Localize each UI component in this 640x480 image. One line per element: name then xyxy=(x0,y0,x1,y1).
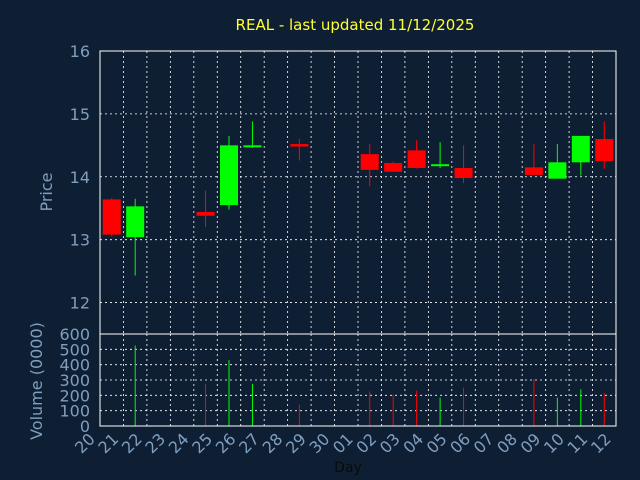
candle-body xyxy=(571,135,590,163)
candle-body xyxy=(407,150,426,168)
candle-body xyxy=(431,164,450,167)
candle-body xyxy=(384,162,403,172)
volume-bars xyxy=(134,345,605,426)
x-ticks: 2021222324252627282930010203040506070809… xyxy=(71,429,615,457)
chart-title: REAL - last updated 11/12/2025 xyxy=(236,16,475,34)
x-tick-label: 12 xyxy=(587,429,615,457)
price-grid xyxy=(100,51,616,334)
price-y-axis-label: Price xyxy=(37,172,56,211)
candle-body xyxy=(548,162,567,179)
volume-y-ticks: 0100200300400500600 xyxy=(59,325,90,436)
candle-body xyxy=(524,167,543,175)
price-y-tick-label: 14 xyxy=(70,168,90,187)
price-y-tick-label: 12 xyxy=(70,294,90,313)
x-axis-label: Day xyxy=(334,460,362,476)
candle-body xyxy=(243,145,262,148)
candle-body xyxy=(196,211,215,216)
candle-body xyxy=(454,167,473,179)
candle-body xyxy=(290,144,309,147)
volume-grid xyxy=(100,334,616,426)
volume-y-tick-label: 600 xyxy=(59,325,90,344)
price-y-tick-label: 16 xyxy=(70,42,90,61)
candle-body xyxy=(595,139,614,162)
price-y-tick-label: 13 xyxy=(70,231,90,250)
candle-body xyxy=(360,154,379,170)
candle-body xyxy=(126,206,145,238)
candle-body xyxy=(220,145,238,206)
price-y-ticks: 12 13 14 15 16 xyxy=(70,42,90,313)
candle-body xyxy=(102,199,121,235)
candlestick-chart: REAL - last updated 11/12/2025 121314151… xyxy=(27,16,617,476)
price-y-tick-label: 15 xyxy=(70,105,90,124)
volume-y-axis-label: Volume (0000) xyxy=(27,322,46,440)
